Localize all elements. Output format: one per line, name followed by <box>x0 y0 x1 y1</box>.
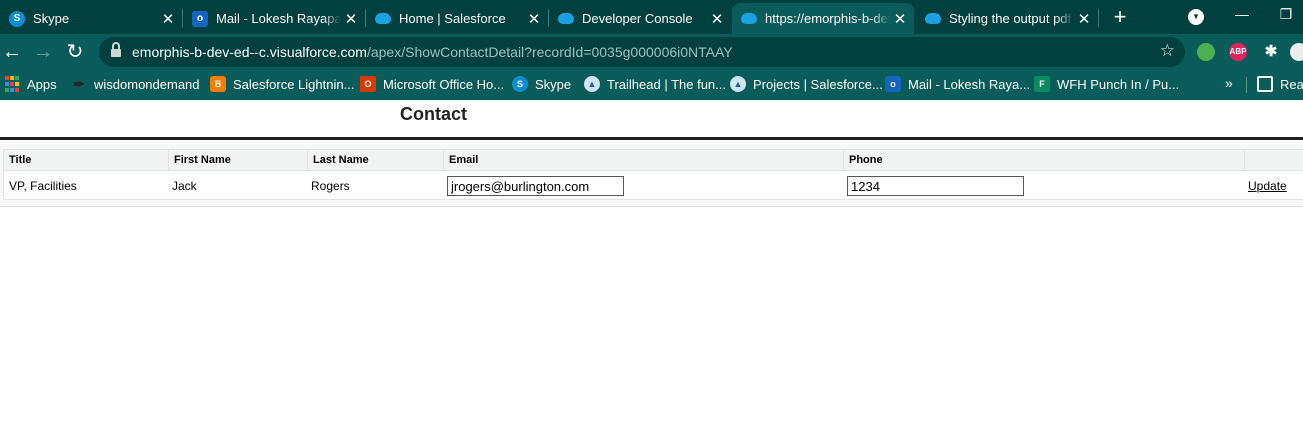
forward-arrow-icon[interactable]: → <box>31 40 55 64</box>
salesforce-cloud-icon <box>741 13 757 24</box>
url-path: /apex/ShowContactDetail?recordId=0035g00… <box>366 44 733 60</box>
bookmark-label: wisdomondemand <box>94 76 200 92</box>
tab-title: Developer Console <box>582 11 707 26</box>
browser-toolbar: ← → ↻ emorphis-b-dev-ed--c.visualforce.c… <box>0 34 1303 70</box>
update-link[interactable]: Update <box>1248 172 1287 200</box>
phone-input[interactable] <box>847 176 1024 196</box>
outlook-icon: o <box>885 76 901 92</box>
reading-list-icon <box>1257 76 1273 92</box>
reload-icon[interactable]: ↻ <box>63 40 87 64</box>
office-icon: O <box>360 76 376 92</box>
salesforce-cloud-icon <box>558 13 574 24</box>
close-icon[interactable]: ✕ <box>341 10 361 28</box>
column-header-title: Title <box>9 154 32 166</box>
bookmark-label: Microsoft Office Ho... <box>383 76 505 92</box>
bookmark-wisdomondemand[interactable]: ✒ wisdomondemand <box>71 70 200 98</box>
bookmark-star-icon[interactable]: ☆ <box>1160 41 1175 61</box>
tab-visualforce-page[interactable]: https://emorphis-b-dev-ed--c.visualforce… <box>732 3 914 34</box>
bookmark-label: Reading list <box>1280 76 1303 92</box>
apps-grid-icon <box>4 76 20 92</box>
bookmark-label: Apps <box>27 76 57 92</box>
bookmark-skype[interactable]: S Skype <box>512 70 571 98</box>
salesforce-cloud-icon <box>925 13 941 24</box>
bookmark-microsoft-office[interactable]: O Microsoft Office Ho... <box>360 70 504 98</box>
skype-icon: S <box>512 76 528 92</box>
tab-strip: S Skype ✕ o Mail - Lokesh Rayapati - Out… <box>0 0 1303 34</box>
bookmark-projects-salesforce[interactable]: ▲ Projects | Salesforce... <box>730 70 883 98</box>
bookmark-label: WFH Punch In / Pu... <box>1057 76 1180 92</box>
column-header-first-name: First Name <box>168 150 307 171</box>
bookmark-reading-list[interactable]: Reading list <box>1257 70 1303 98</box>
back-arrow-icon[interactable]: ← <box>0 40 24 64</box>
bookmark-apps[interactable]: Apps <box>4 70 57 98</box>
email-input[interactable] <box>447 176 624 196</box>
bookmark-label: Projects | Salesforce... <box>753 76 883 92</box>
tab-skype[interactable]: S Skype ✕ <box>0 3 182 34</box>
column-header-action <box>1244 150 1303 171</box>
tab-separator <box>1098 9 1099 27</box>
tab-salesforce-home[interactable]: Home | Salesforce ✕ <box>366 3 548 34</box>
table-header: Title First Name Last Name Email Phone <box>4 150 1303 171</box>
blogger-icon: B <box>210 76 226 92</box>
tab-outlook-mail[interactable]: o Mail - Lokesh Rayapati - Outlook ✕ <box>183 3 365 34</box>
globe-extension-icon[interactable] <box>1197 43 1215 61</box>
page-title: Contact <box>400 104 467 124</box>
tab-title: https://emorphis-b-dev-ed--c.visualforce… <box>765 11 890 26</box>
column-header-phone: Phone <box>843 150 1244 171</box>
bookmark-wfh-punch-in[interactable]: F WFH Punch In / Pu... <box>1034 70 1179 98</box>
cell-last-name: Rogers <box>311 179 350 193</box>
bookmark-salesforce-lightning[interactable]: B Salesforce Lightnin... <box>210 70 354 98</box>
bookmark-label: Salesforce Lightnin... <box>233 76 355 92</box>
trailhead-icon: ▲ <box>730 76 746 92</box>
bookmark-label: Mail - Lokesh Raya... <box>908 76 1031 92</box>
close-icon[interactable]: ✕ <box>707 10 727 28</box>
new-tab-button[interactable]: + <box>1110 6 1130 28</box>
minimize-icon[interactable]: — <box>1232 4 1252 24</box>
tab-title: Skype <box>33 11 158 26</box>
close-icon[interactable]: ✕ <box>890 10 910 28</box>
skype-icon: S <box>9 10 25 27</box>
tab-title: Styling the output pdf <box>949 11 1074 26</box>
bookmarks-bar: Apps ✒ wisdomondemand B Salesforce Light… <box>0 70 1303 100</box>
adblock-plus-icon[interactable]: ABP <box>1229 43 1247 61</box>
bookmarks-separator <box>1246 77 1247 93</box>
bookmark-label: Skype <box>535 76 572 92</box>
close-icon[interactable]: ✕ <box>158 10 178 28</box>
outlook-icon: o <box>192 10 208 27</box>
tab-developer-console[interactable]: Developer Console ✕ <box>549 3 731 34</box>
page-block: Title First Name Last Name Email Phone V… <box>0 141 1303 207</box>
extensions-puzzle-icon[interactable]: ✱ <box>1262 43 1280 61</box>
bookmark-trailhead[interactable]: ▲ Trailhead | The fun... <box>584 70 726 98</box>
url-text[interactable]: emorphis-b-dev-ed--c.visualforce.com/ape… <box>132 44 733 60</box>
bookmarks-overflow-chevron-icon[interactable]: » <box>1225 75 1233 91</box>
salesforce-cloud-icon <box>375 13 391 24</box>
profile-avatar[interactable] <box>1290 43 1303 61</box>
column-header-email: Email <box>443 150 843 171</box>
feather-icon: ✒ <box>73 75 85 92</box>
column-header-last-name: Last Name <box>307 150 443 171</box>
title-divider <box>0 137 1303 140</box>
address-bar[interactable]: emorphis-b-dev-ed--c.visualforce.com/ape… <box>99 37 1185 67</box>
lock-icon[interactable] <box>111 42 121 57</box>
close-icon[interactable]: ✕ <box>1074 10 1094 28</box>
maximize-icon[interactable]: ❐ <box>1276 4 1296 24</box>
tab-title: Mail - Lokesh Rayapati - Outlook <box>216 11 341 26</box>
trailhead-icon: ▲ <box>584 76 600 92</box>
tab-styling-output-pdf[interactable]: Styling the output pdf ✕ <box>916 3 1098 34</box>
close-icon[interactable]: ✕ <box>524 10 544 28</box>
cell-title: VP, Facilities <box>9 179 77 193</box>
bookmark-label: Trailhead | The fun... <box>607 76 726 92</box>
cell-first-name: Jack <box>172 179 197 193</box>
forms-icon: F <box>1034 76 1050 92</box>
contact-table: Title First Name Last Name Email Phone V… <box>3 149 1303 200</box>
tab-title: Home | Salesforce <box>399 11 524 26</box>
bookmark-outlook-mail[interactable]: o Mail - Lokesh Raya... <box>885 70 1030 98</box>
tab-search-icon[interactable]: ▼ <box>1188 9 1204 25</box>
url-host: emorphis-b-dev-ed--c.visualforce.com <box>132 44 367 60</box>
page-content: Contact Title First Name Last Name Email… <box>0 100 1303 439</box>
